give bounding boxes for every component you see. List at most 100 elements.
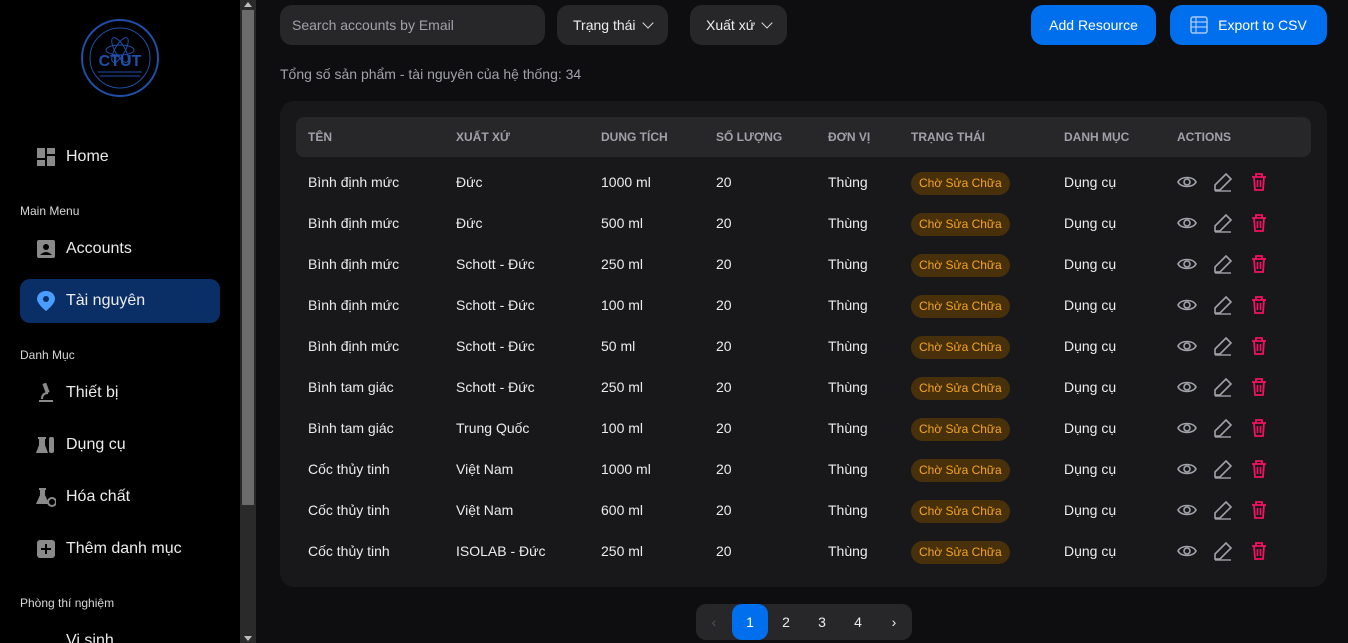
view-eye-icon[interactable]	[1177, 213, 1197, 233]
view-eye-icon[interactable]	[1177, 172, 1197, 192]
view-eye-icon[interactable]	[1177, 418, 1197, 438]
view-eye-icon[interactable]	[1177, 377, 1197, 397]
view-eye-icon[interactable]	[1177, 500, 1197, 520]
table-header: TÊN XUẤT XỨ DUNG TÍCH SỐ LƯỢNG ĐƠN VỊ TR…	[296, 117, 1311, 157]
edit-pencil-icon[interactable]	[1213, 459, 1233, 479]
view-eye-icon[interactable]	[1177, 295, 1197, 315]
sidebar-item-hoa-chat[interactable]: Hóa chất	[20, 475, 220, 519]
section-label-phong-thi-nghiem: Phòng thí nghiệm	[20, 596, 115, 610]
table-row[interactable]: Bình tam giác Schott - Đức 250 ml 20 Thùng Ch…	[296, 367, 1311, 408]
delete-trash-icon[interactable]	[1249, 459, 1269, 479]
view-eye-icon[interactable]	[1177, 336, 1197, 356]
page-button-2[interactable]: 2	[768, 604, 804, 640]
export-csv-label: Export to CSV	[1218, 17, 1307, 33]
sidebar-item-accounts[interactable]: Accounts	[20, 227, 220, 271]
cell-category: Dụng cụ	[1064, 420, 1117, 436]
edit-pencil-icon[interactable]	[1213, 500, 1233, 520]
delete-trash-icon[interactable]	[1249, 336, 1269, 356]
scrollbar-thumb[interactable]	[242, 10, 254, 505]
column-header[interactable]: TRẠNG THÁI	[911, 117, 985, 157]
origin-filter-dropdown[interactable]: Xuất xứ	[690, 5, 788, 45]
delete-trash-icon[interactable]	[1249, 295, 1269, 315]
cell-name: Bình định mức	[308, 174, 400, 190]
cell-origin: Việt Nam	[456, 502, 514, 518]
delete-trash-icon[interactable]	[1249, 418, 1269, 438]
delete-trash-icon[interactable]	[1249, 500, 1269, 520]
status-filter-dropdown[interactable]: Trạng thái	[557, 5, 668, 45]
edit-pencil-icon[interactable]	[1213, 541, 1233, 561]
cell-unit: Thùng	[828, 256, 868, 272]
table-row[interactable]: Bình định mức Schott - Đức 250 ml 20 Thùng Ch…	[296, 244, 1311, 285]
status-filter-label: Trạng thái	[573, 17, 636, 33]
chemical-icon	[36, 487, 56, 507]
page-button-3[interactable]: 3	[804, 604, 840, 640]
table-row[interactable]: Bình định mức Schott - Đức 100 ml 20 Thùng Ch…	[296, 285, 1311, 326]
page-button-1[interactable]: 1	[732, 604, 768, 640]
cell-qty: 20	[716, 215, 732, 231]
edit-pencil-icon[interactable]	[1213, 254, 1233, 274]
sidebar-item-them-danh-muc[interactable]: Thêm danh mục	[20, 527, 220, 571]
sidebar-item-vi-sinh[interactable]: Vi sinh	[20, 619, 220, 643]
view-eye-icon[interactable]	[1177, 459, 1197, 479]
edit-pencil-icon[interactable]	[1213, 336, 1233, 356]
sidebar-item-dung-cu[interactable]: Dụng cụ	[20, 423, 220, 467]
view-eye-icon[interactable]	[1177, 254, 1197, 274]
cell-origin: Đức	[456, 215, 483, 231]
table-row[interactable]: Bình định mức Đức 1000 ml 20 Thùng Chờ Sửa Ch…	[296, 162, 1311, 203]
cell-qty: 20	[716, 379, 732, 395]
edit-pencil-icon[interactable]	[1213, 377, 1233, 397]
add-resource-button[interactable]: Add Resource	[1031, 5, 1156, 45]
prev-page-button[interactable]: ‹	[696, 604, 732, 640]
column-header[interactable]: SỐ LƯỢNG	[716, 117, 782, 157]
page-button-4[interactable]: 4	[840, 604, 876, 640]
cell-category: Dụng cụ	[1064, 338, 1117, 354]
status-badge: Chờ Sửa Chữa	[911, 418, 1010, 441]
cell-name: Bình định mức	[308, 338, 400, 354]
delete-trash-icon[interactable]	[1249, 377, 1269, 397]
delete-trash-icon[interactable]	[1249, 254, 1269, 274]
column-header[interactable]: XUẤT XỨ	[456, 117, 510, 157]
pagination: ‹ 1 2 3 4 ›	[696, 604, 912, 640]
status-badge: Chờ Sửa Chữa	[911, 295, 1010, 318]
cell-qty: 20	[716, 174, 732, 190]
search-input[interactable]	[280, 5, 545, 45]
delete-trash-icon[interactable]	[1249, 213, 1269, 233]
cell-category: Dụng cụ	[1064, 502, 1117, 518]
delete-trash-icon[interactable]	[1249, 541, 1269, 561]
edit-pencil-icon[interactable]	[1213, 295, 1233, 315]
table-row[interactable]: Cốc thủy tinh Việt Nam 1000 ml 20 Thùng Chờ S…	[296, 449, 1311, 490]
scroll-up-arrow-icon[interactable]	[244, 2, 252, 7]
next-page-button[interactable]: ›	[876, 604, 912, 640]
sidebar-item-thiet-bi[interactable]: Thiết bị	[20, 371, 220, 415]
cell-qty: 20	[716, 338, 732, 354]
sidebar-item-tai-nguyen[interactable]: Tài nguyên	[20, 279, 220, 323]
sidebar-item-label: Thiết bị	[66, 384, 119, 401]
main-content: Trạng thái Xuất xứ Add Resource Export t…	[256, 0, 1348, 643]
table-row[interactable]: Bình định mức Đức 500 ml 20 Thùng Chờ Sửa Chữ…	[296, 203, 1311, 244]
column-header[interactable]: DUNG TÍCH	[601, 117, 668, 157]
cell-category: Dụng cụ	[1064, 215, 1117, 231]
delete-trash-icon[interactable]	[1249, 172, 1269, 192]
export-csv-button[interactable]: Export to CSV	[1170, 5, 1327, 45]
section-label-main-menu: Main Menu	[20, 204, 80, 218]
status-badge: Chờ Sửa Chữa	[911, 541, 1010, 564]
cell-unit: Thùng	[828, 543, 868, 559]
column-header[interactable]: TÊN	[308, 117, 332, 157]
cell-origin: Schott - Đức	[456, 379, 535, 395]
view-eye-icon[interactable]	[1177, 541, 1197, 561]
edit-pencil-icon[interactable]	[1213, 172, 1233, 192]
table-row[interactable]: Bình tam giác Trung Quốc 100 ml 20 Thùng Chờ …	[296, 408, 1311, 449]
cell-name: Bình tam giác	[308, 420, 394, 436]
column-header[interactable]: DANH MỤC	[1064, 117, 1129, 157]
sidebar-scrollbar[interactable]	[240, 0, 256, 643]
edit-pencil-icon[interactable]	[1213, 213, 1233, 233]
cell-name: Bình định mức	[308, 256, 400, 272]
column-header[interactable]: ĐƠN VỊ	[828, 117, 870, 157]
table-row[interactable]: Cốc thủy tinh Việt Nam 600 ml 20 Thùng Chờ Sử…	[296, 490, 1311, 531]
sidebar-item-home[interactable]: Home	[20, 135, 220, 179]
table-row[interactable]: Cốc thủy tinh ISOLAB - Đức 250 ml 20 Thùng Ch…	[296, 531, 1311, 572]
cell-unit: Thùng	[828, 174, 868, 190]
edit-pencil-icon[interactable]	[1213, 418, 1233, 438]
scroll-down-arrow-icon[interactable]	[244, 636, 252, 641]
table-row[interactable]: Bình định mức Schott - Đức 50 ml 20 Thùng Chờ…	[296, 326, 1311, 367]
